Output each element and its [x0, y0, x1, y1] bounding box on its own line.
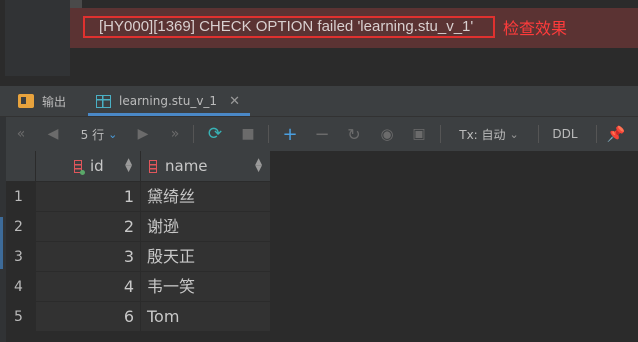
cell-name[interactable]: 殷天正 [141, 242, 271, 272]
table-row[interactable]: 4 4 韦一笑 [6, 272, 271, 302]
next-page-icon[interactable]: ▶ [132, 117, 154, 151]
cell-name[interactable]: 韦一笑 [141, 272, 271, 302]
row-number: 3 [6, 242, 36, 272]
chevron-down-icon: ⌄ [108, 127, 118, 141]
cell-name[interactable]: Tom [141, 302, 271, 332]
cell-id[interactable]: 3 [36, 242, 141, 272]
key-icon [80, 169, 85, 175]
remove-row-icon[interactable]: − [311, 117, 333, 151]
cell-name[interactable]: 黛绮丝 [141, 182, 271, 212]
chevron-down-icon: ⌄ [509, 127, 519, 141]
view-icon[interactable]: ◉ [375, 117, 399, 151]
add-row-icon[interactable]: + [279, 117, 301, 151]
error-message: [HY000][1369] CHECK OPTION failed 'learn… [83, 16, 495, 38]
column-icon [74, 159, 85, 175]
toolbar-separator [268, 125, 269, 143]
save-icon[interactable]: ▣ [408, 117, 430, 151]
cell-name[interactable]: 谢逊 [141, 212, 271, 242]
gutter-edge [0, 0, 5, 76]
sort-icon[interactable]: ▲ ▼ [125, 158, 132, 174]
last-page-icon[interactable]: » [164, 117, 186, 151]
revert-icon[interactable]: ↻ [343, 117, 365, 151]
first-page-icon[interactable]: « [10, 117, 32, 151]
active-tab-indicator [88, 113, 250, 116]
cell-id[interactable]: 1 [36, 182, 141, 212]
refresh-icon[interactable]: ⟳ [204, 117, 226, 151]
toolbar-separator [193, 125, 194, 143]
annotation-label: 检查效果 [503, 19, 568, 38]
result-tabbar: 输出 learning.stu_v_1 ✕ [0, 86, 638, 117]
table-row[interactable]: 2 2 谢逊 [6, 212, 271, 242]
tab-table[interactable]: learning.stu_v_1 ✕ [88, 86, 250, 116]
cell-id[interactable]: 2 [36, 212, 141, 242]
tab-output[interactable]: 输出 [18, 86, 66, 116]
row-number: 4 [6, 272, 36, 302]
sort-icon[interactable]: ▲ ▼ [255, 158, 262, 174]
column-header-name[interactable]: name ▲ ▼ [141, 151, 271, 181]
column-icon [149, 159, 157, 173]
transaction-mode-label: Tx: 自动 [459, 127, 506, 142]
rows-count-label: 5 行 [80, 127, 105, 142]
output-icon [18, 94, 34, 108]
toolbar-separator [440, 125, 441, 143]
row-number-header [6, 151, 36, 181]
column-header-label: name [165, 157, 208, 175]
table-grid-icon [96, 94, 111, 108]
table-row[interactable]: 3 3 殷天正 [6, 242, 271, 272]
edge-indicator [0, 217, 3, 269]
table-row[interactable]: 1 1 黛绮丝 [6, 182, 271, 212]
ddl-button[interactable]: DDL [548, 117, 582, 151]
data-toolbar: « ◀ 5 行 ⌄ ▶ » ⟳ ■ + − ↻ ◉ ▣ Tx: 自动 ⌄ DDL 📌 [0, 117, 638, 152]
column-header-id[interactable]: id ▲ ▼ [36, 151, 141, 181]
tab-table-label: learning.stu_v_1 [119, 94, 218, 108]
prev-page-icon[interactable]: ◀ [42, 117, 64, 151]
row-number: 2 [6, 212, 36, 242]
cell-id[interactable]: 6 [36, 302, 141, 332]
editor-gutter [0, 0, 70, 76]
tab-output-label: 输出 [42, 94, 67, 109]
row-number: 1 [6, 182, 36, 212]
toolbar-separator [538, 125, 539, 143]
close-icon[interactable]: ✕ [229, 94, 240, 109]
table-row[interactable]: 5 6 Tom [6, 302, 271, 332]
rows-count-select[interactable]: 5 行 ⌄ [74, 117, 124, 151]
toolbar-separator [596, 125, 597, 143]
column-header-label: id [90, 157, 104, 175]
cell-id[interactable]: 4 [36, 272, 141, 302]
transaction-mode-select[interactable]: Tx: 自动 ⌄ [452, 117, 526, 151]
pin-icon[interactable]: 📌 [606, 117, 626, 151]
row-number: 5 [6, 302, 36, 332]
stop-icon[interactable]: ■ [237, 117, 259, 151]
